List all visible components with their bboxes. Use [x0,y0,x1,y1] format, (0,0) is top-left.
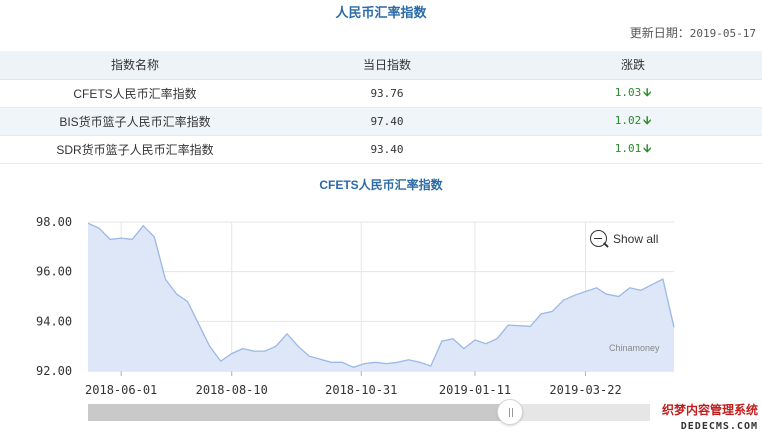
y-tick-label: 98.00 [36,215,72,229]
rate-chart: 92.00 94.00 96.00 98.00 2018-06-01 2018-08-10… [36,215,675,397]
y-tick-label: 92.00 [36,364,72,378]
watermark: 织梦内容管理系统 DEDECMS.COM [650,402,762,439]
x-tick-label: 2018-10-31 [325,383,397,397]
zoom-out-icon [590,230,607,247]
watermark-en: DEDECMS.COM [680,421,758,432]
x-tick-label: 2019-01-11 [439,383,511,397]
watermark-cn: 织梦内容管理系统 [661,403,758,417]
y-tick-label: 96.00 [36,265,72,279]
rate-index-panel: 人民币汇率指数 更新日期：2019-05-17 指数名称 当日指数 涨跌 CFE… [0,0,762,439]
navigator-drag-handle[interactable] [497,399,523,425]
chart-source-label: Chinamoney [609,343,660,353]
show-all-label: Show all [613,231,659,246]
navigator-selected-range[interactable] [88,404,510,421]
y-tick-label: 94.00 [36,314,72,328]
series-area [88,223,674,371]
x-tick-label: 2019-03-22 [549,383,621,397]
show-all-button[interactable]: Show all [590,230,658,247]
x-tick-label: 2018-08-10 [196,383,268,397]
x-tick-label: 2018-06-01 [85,383,157,397]
